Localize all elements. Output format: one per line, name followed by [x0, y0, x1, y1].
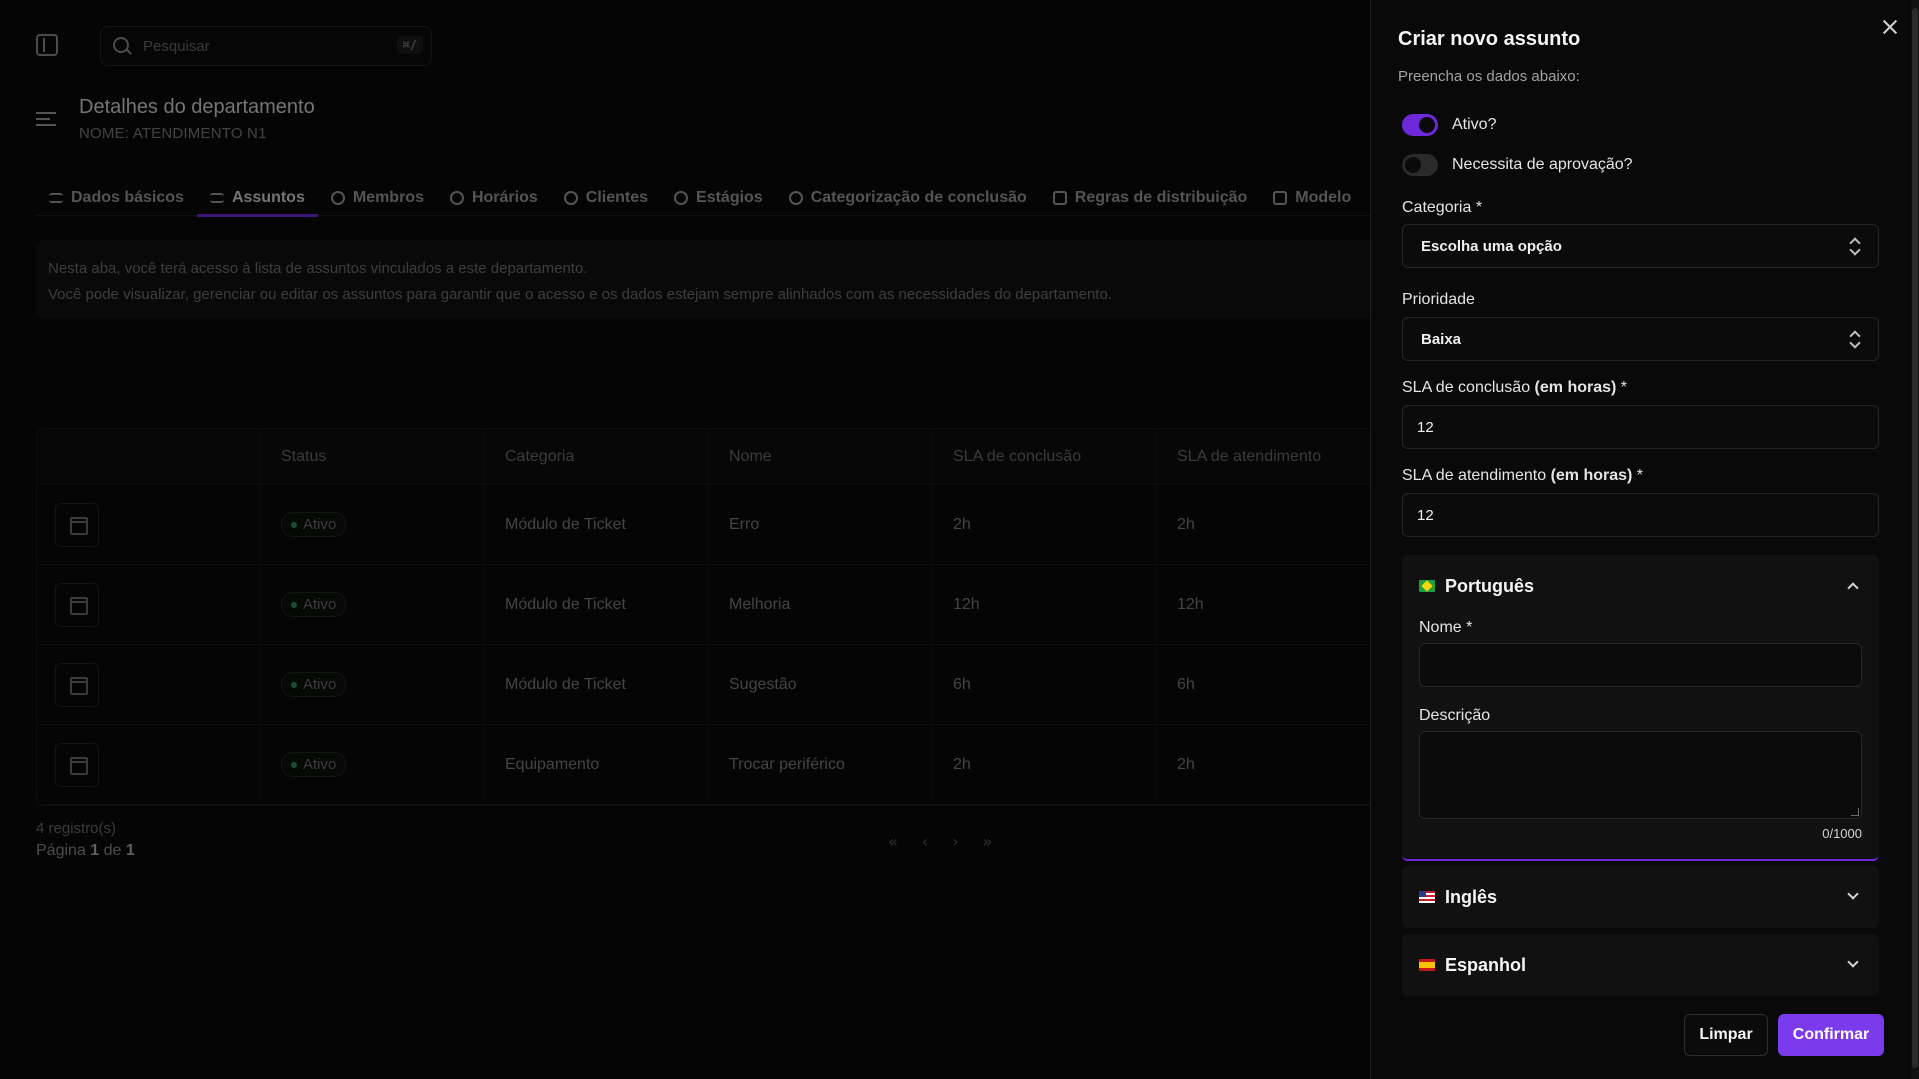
accordion-portugues: Português Nome * Descrição 0/1000	[1402, 555, 1879, 861]
clear-button[interactable]: Limpar	[1684, 1014, 1768, 1056]
chevron-up-icon	[1847, 582, 1859, 594]
create-subject-drawer: Criar novo assunto Preencha os dados aba…	[1370, 0, 1919, 1079]
drawer-title: Criar novo assunto	[1398, 28, 1581, 50]
brazil-flag-icon	[1419, 580, 1435, 592]
drawer-subtitle: Preencha os dados abaixo:	[1398, 68, 1580, 85]
chevron-down-icon	[1847, 956, 1859, 968]
accordion-header-espanhol[interactable]: Espanhol	[1402, 934, 1879, 996]
nome-label: Nome *	[1419, 619, 1473, 636]
nome-input[interactable]	[1419, 643, 1862, 687]
categoria-label: Categoria *	[1402, 199, 1483, 216]
accordion-header-portugues[interactable]: Português	[1402, 555, 1879, 617]
usa-flag-icon	[1419, 891, 1435, 903]
accordion-espanhol: Espanhol	[1402, 934, 1879, 996]
approval-toggle-row: Necessita de aprovação?	[1402, 154, 1633, 176]
chevrons-up-down-icon	[1850, 331, 1860, 349]
spain-flag-icon	[1419, 959, 1435, 971]
close-icon[interactable]	[1881, 18, 1899, 36]
scrollbar[interactable]	[1911, 0, 1919, 1079]
prioridade-select[interactable]: Baixa	[1402, 317, 1879, 361]
sla-atendimento-label: SLA de atendimento (em horas) *	[1402, 467, 1644, 484]
sla-conclusao-label: SLA de conclusão (em horas) *	[1402, 379, 1628, 396]
categoria-select[interactable]: Escolha uma opção	[1402, 224, 1879, 268]
active-toggle[interactable]	[1402, 114, 1438, 136]
prioridade-label: Prioridade	[1402, 291, 1475, 308]
approval-toggle[interactable]	[1402, 154, 1438, 176]
descricao-textarea[interactable]	[1419, 731, 1862, 819]
resize-handle-icon[interactable]	[1851, 808, 1859, 816]
active-toggle-label: Ativo?	[1452, 116, 1497, 133]
chevron-down-icon	[1847, 888, 1859, 900]
char-counter: 0/1000	[1822, 826, 1862, 841]
scrollbar-thumb[interactable]	[1912, 8, 1918, 1068]
sla-conclusao-input[interactable]: 12	[1402, 405, 1879, 449]
accordion-header-ingles[interactable]: Inglês	[1402, 866, 1879, 928]
sla-atendimento-input[interactable]: 12	[1402, 493, 1879, 537]
active-toggle-row: Ativo?	[1402, 114, 1496, 136]
chevrons-up-down-icon	[1850, 238, 1860, 256]
descricao-label: Descrição	[1419, 707, 1491, 724]
accordion-ingles: Inglês	[1402, 866, 1879, 928]
confirm-button[interactable]: Confirmar	[1778, 1014, 1884, 1056]
approval-toggle-label: Necessita de aprovação?	[1452, 156, 1633, 173]
